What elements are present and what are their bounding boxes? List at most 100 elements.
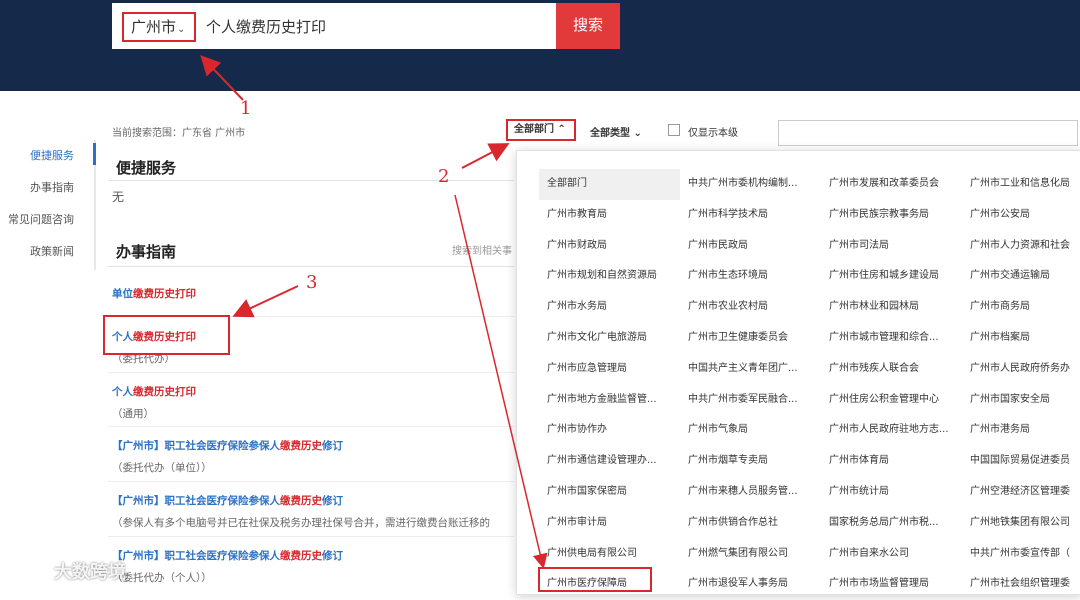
only-this-level-checkbox[interactable] [668, 124, 680, 136]
dept-option[interactable]: 广州市水务局 [539, 292, 680, 323]
left-nav: 便捷服务 办事指南 常见问题咨询 政策新闻 [0, 140, 96, 270]
result-title-link[interactable]: 【广州市】职工社会医疗保险参保人缴费历史修订 [112, 493, 514, 508]
quick-service-title: 便捷服务 [116, 159, 177, 177]
watermark: 大数跨境 [8, 558, 126, 586]
result-item: 【广州市】职工社会医疗保险参保人缴费历史修订 （委托代办（单位）） [112, 438, 514, 475]
result-title-suffix: 修订 [322, 495, 343, 507]
dept-option[interactable]: 广州市教育局 [539, 200, 680, 231]
dept-option[interactable]: 广州市科学技术局 [680, 200, 821, 231]
dept-option[interactable]: 广州市应急管理局 [539, 354, 680, 385]
dept-option[interactable]: 广州市地方金融监督管... [539, 385, 680, 416]
dept-option[interactable]: 广州市城市管理和综合... [821, 323, 962, 354]
dept-option[interactable]: 广州市民政局 [680, 231, 821, 262]
dept-option[interactable]: 广州市社会组织管理委 [962, 569, 1080, 600]
result-subtitle: （委托代办（单位）） [112, 462, 212, 474]
search-scope: 当前搜索范围：广东省 广州市 [112, 128, 246, 139]
dept-option[interactable]: 广州市发展和改革委员会 [821, 169, 962, 200]
dept-option[interactable]: 全部部门 [539, 169, 680, 200]
quick-service-empty: 无 [112, 190, 125, 204]
only-this-level-label: 仅显示本级 [688, 128, 738, 139]
result-divider [108, 481, 514, 482]
dept-option[interactable]: 广州市卫生健康委员会 [680, 323, 821, 354]
dept-option[interactable]: 广州市林业和园林局 [821, 292, 962, 323]
dept-option[interactable]: 广州市公安局 [962, 200, 1080, 231]
result-subtitle: （委托代办（个人）） [112, 572, 212, 584]
dept-option[interactable]: 广州空港经济区管理委 [962, 477, 1080, 508]
result-title-prefix: 【广州市】职工社会医疗保险参保人 [112, 495, 280, 507]
result-title-highlight: 缴费历史 [280, 495, 322, 507]
dept-option[interactable]: 广州市工业和信息化局 [962, 169, 1080, 200]
dept-option[interactable]: 广州市气象局 [680, 415, 821, 446]
dept-option[interactable]: 中共广州市委机构编制... [680, 169, 821, 200]
city-select[interactable]: 广州市⌄ [122, 12, 196, 42]
nav-item-guide[interactable]: 办事指南 [0, 179, 94, 195]
dept-option[interactable]: 广州市生态环境局 [680, 261, 821, 292]
dept-option[interactable]: 广州市国家安全局 [962, 385, 1080, 416]
dept-option[interactable]: 广州市人力资源和社会 [962, 231, 1080, 262]
dept-filter-dropdown[interactable]: 全部部门 ⌃ [506, 119, 576, 141]
nav-item-faq[interactable]: 常见问题咨询 [0, 211, 94, 227]
dept-option[interactable]: 中共广州市委军民融合... [680, 385, 821, 416]
dept-dropdown-panel: 全部部门 中共广州市委机构编制... 广州市发展和改革委员会 广州市工业和信息化局 广州… [516, 150, 1080, 595]
dept-option[interactable]: 国家税务总局广州市税... [821, 508, 962, 539]
dept-option[interactable]: 广州市住房和城乡建设局 [821, 261, 962, 292]
dept-option[interactable]: 广州市供销合作总社 [680, 508, 821, 539]
dept-option[interactable]: 广州市烟草专卖局 [680, 446, 821, 477]
dept-option[interactable]: 广州市退役军人事务局 [680, 569, 821, 600]
dept-option[interactable]: 广州市规划和自然资源局 [539, 261, 680, 292]
result-title-link[interactable]: 【广州市】职工社会医疗保险参保人缴费历史修订 [112, 438, 514, 453]
dept-option[interactable]: 广州市人民政府驻地方志... [821, 415, 962, 446]
nav-item-quick-service[interactable]: 便捷服务 [0, 147, 94, 163]
guide-result-hint: 搜索到相关事 [452, 246, 512, 257]
dept-option[interactable]: 广州市自来水公司 [821, 539, 962, 570]
search-button[interactable]: 搜索 [556, 3, 620, 49]
annotation-number-3: 3 [306, 272, 318, 293]
nav-item-policy-news[interactable]: 政策新闻 [0, 243, 94, 259]
dept-option[interactable]: 广州市体育局 [821, 446, 962, 477]
result-title-prefix: 【广州市】职工社会医疗保险参保人 [112, 440, 280, 452]
annotation-highlight-box [103, 315, 230, 355]
type-filter-dropdown[interactable]: 全部类型 ⌄ [590, 124, 642, 139]
dept-option[interactable]: 广州市档案局 [962, 323, 1080, 354]
chevron-down-icon: ⌄ [630, 128, 642, 139]
dept-option[interactable]: 广州市港务局 [962, 415, 1080, 446]
dept-option[interactable]: 广州住房公积金管理中心 [821, 385, 962, 416]
result-divider [108, 536, 514, 537]
dept-option[interactable]: 广州市通信建设管理办... [539, 446, 680, 477]
dept-option[interactable]: 广州燃气集团有限公司 [680, 539, 821, 570]
dept-option[interactable]: 广州地铁集团有限公司 [962, 508, 1080, 539]
guide-title: 办事指南 [116, 243, 177, 261]
dept-option[interactable]: 中国共产主义青年团广... [680, 354, 821, 385]
result-subtitle: （参保人有多个电脑号并已在社保及税务办理社保号合并，需进行缴费台账迁移的 [112, 517, 490, 529]
dept-option[interactable]: 广州市民族宗教事务局 [821, 200, 962, 231]
search-box: 广州市⌄ [112, 3, 556, 49]
dept-option[interactable]: 中国国际贸易促进委员 [962, 446, 1080, 477]
dept-option[interactable]: 广州市审计局 [539, 508, 680, 539]
dept-option[interactable]: 广州市农业农村局 [680, 292, 821, 323]
dept-option[interactable]: 广州市协作办 [539, 415, 680, 446]
dept-option[interactable]: 广州市残疾人联合会 [821, 354, 962, 385]
dept-option[interactable]: 广州市商务局 [962, 292, 1080, 323]
dept-option[interactable]: 广州市来穗人员服务管... [680, 477, 821, 508]
dept-option[interactable]: 广州市交通运输局 [962, 261, 1080, 292]
dept-option[interactable]: 广州市文化广电旅游局 [539, 323, 680, 354]
dept-option[interactable]: 广州市财政局 [539, 231, 680, 262]
dept-option[interactable]: 广州供电局有限公司 [539, 539, 680, 570]
annotation-number-2: 2 [438, 166, 450, 187]
dept-option[interactable]: 广州市人民政府侨务办 [962, 354, 1080, 385]
annotation-number-1: 1 [240, 98, 252, 119]
section-divider [108, 180, 514, 181]
dept-option[interactable]: 广州市司法局 [821, 231, 962, 262]
result-title-link[interactable]: 个人缴费历史打印 [112, 384, 514, 399]
result-title-link[interactable]: 【广州市】职工社会医疗保险参保人缴费历史修订 [112, 548, 514, 563]
dept-option[interactable]: 中共广州市委宣传部（ [962, 539, 1080, 570]
annotation-arrow-2 [461, 143, 510, 169]
dept-option[interactable]: 广州市统计局 [821, 477, 962, 508]
dept-option[interactable]: 广州市国家保密局 [539, 477, 680, 508]
result-divider [108, 372, 514, 373]
watermark-text: 大数跨境 [54, 562, 126, 583]
search-input[interactable] [206, 3, 546, 49]
dept-option[interactable]: 广州市市场监督管理局 [821, 569, 962, 600]
filter-search-input[interactable] [778, 120, 1078, 146]
result-title-prefix: 【广州市】职工社会医疗保险参保人 [112, 550, 280, 562]
